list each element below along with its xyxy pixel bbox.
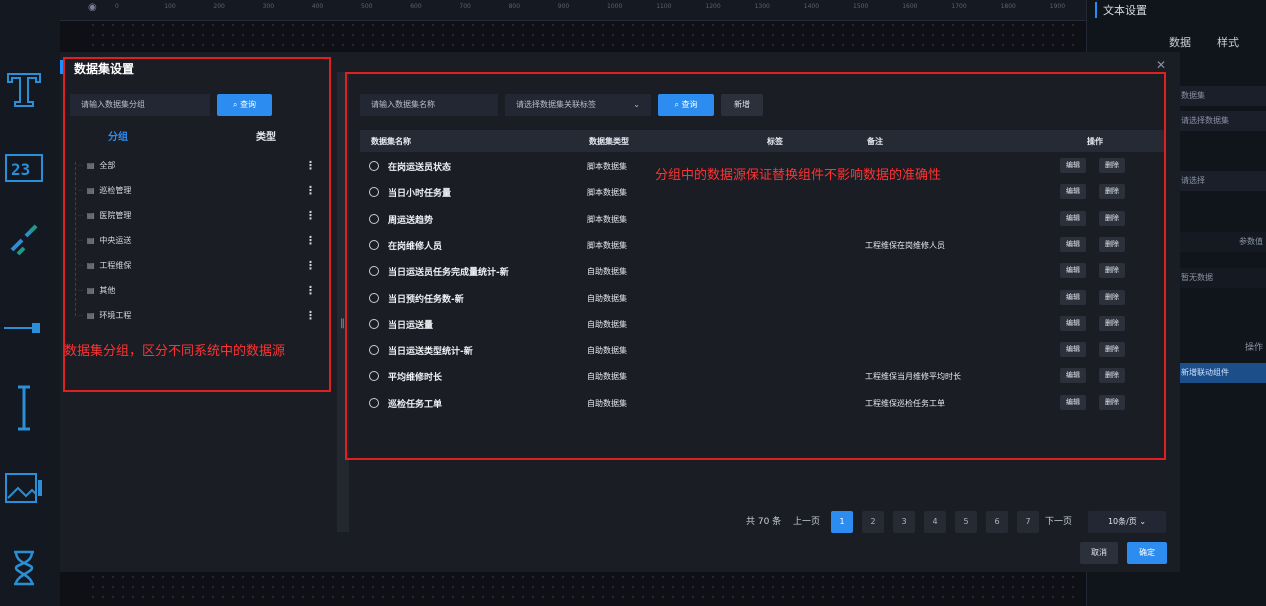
- ruler-tick: 300: [262, 3, 275, 10]
- ruler-tick: 1500: [853, 3, 869, 10]
- close-icon[interactable]: ✕: [1156, 58, 1166, 72]
- page-size-select[interactable]: 10条/页 ⌄: [1088, 511, 1166, 533]
- ruler-tick: 0: [115, 3, 119, 10]
- group-annotation: 数据集分组，区分不同系统中的数据源: [64, 344, 286, 359]
- ruler-tick: 1100: [656, 3, 672, 10]
- ruler-tick: 1600: [902, 3, 918, 10]
- param-select[interactable]: 请选择: [1177, 171, 1266, 191]
- chevron-down-icon: ⌄: [1139, 517, 1147, 526]
- ruler-tick: 800: [508, 3, 521, 10]
- hourglass-component-icon[interactable]: [0, 540, 48, 596]
- ruler-tick: 100: [164, 3, 176, 10]
- page-button[interactable]: 4: [924, 511, 946, 533]
- canvas-grid-bottom: [88, 572, 1078, 606]
- page-size-value: 10条/页: [1107, 517, 1137, 526]
- page-button[interactable]: 6: [986, 511, 1008, 533]
- ruler-tick: 900: [557, 3, 570, 10]
- page-button[interactable]: 5: [955, 511, 977, 533]
- dataset-label: 数据集: [1177, 86, 1266, 106]
- page-button[interactable]: 2: [862, 511, 884, 533]
- ruler-tick: 200: [213, 3, 225, 10]
- component-strip: 23: [0, 0, 60, 606]
- next-page-button[interactable]: 下一页: [1045, 511, 1072, 533]
- add-linkage-button[interactable]: 新增联动组件: [1177, 363, 1266, 383]
- page-button[interactable]: 3: [893, 511, 915, 533]
- ruler-tick: 1000: [607, 3, 623, 10]
- slider-component-icon[interactable]: [0, 300, 48, 356]
- total-count: 共 70 条: [746, 517, 782, 527]
- horizontal-ruler: ◉ 0 100 200 300 400 500 600 700 800 900 1000 1100 12…: [60, 0, 1086, 21]
- eye-icon[interactable]: ◉: [88, 2, 97, 13]
- dataset-highlight-box: [345, 72, 1166, 460]
- ruler-tick: 1800: [1000, 3, 1016, 10]
- ruler-tick: 400: [311, 3, 324, 10]
- ruler-tick: 500: [361, 3, 373, 10]
- operation-header: 操作: [1244, 343, 1263, 353]
- ruler-tick: 1300: [754, 3, 770, 10]
- image-component-icon[interactable]: [0, 460, 48, 516]
- dataset-select[interactable]: 请选择数据集: [1177, 111, 1266, 131]
- ruler-tick: 700: [459, 3, 471, 10]
- confirm-button[interactable]: 确定: [1127, 542, 1167, 564]
- prev-page-button[interactable]: 上一页: [793, 511, 820, 533]
- page-button[interactable]: 7: [1017, 511, 1039, 533]
- svg-text:23: 23: [11, 160, 30, 179]
- ruler-tick: 1700: [951, 3, 967, 10]
- tab-data[interactable]: 数据: [1169, 34, 1191, 50]
- link-component-icon[interactable]: [0, 210, 48, 266]
- tab-style[interactable]: 样式: [1217, 34, 1239, 50]
- ruler-tick: 1400: [803, 3, 820, 10]
- dataset-annotation: 分组中的数据源保证替换组件不影响数据的准确性: [655, 168, 942, 183]
- input-component-icon[interactable]: [0, 380, 48, 436]
- text-component-icon[interactable]: [0, 60, 48, 116]
- page-button[interactable]: 1: [831, 511, 853, 533]
- ruler-tick: 1900: [1049, 3, 1066, 10]
- cancel-button[interactable]: 取消: [1080, 542, 1118, 564]
- empty-data-text: 暂无数据: [1177, 268, 1266, 288]
- param-value-header: 参数值: [1177, 232, 1266, 252]
- settings-panel-title: 文本设置: [1095, 2, 1147, 18]
- ruler-tick: 1200: [705, 3, 721, 10]
- number-component-icon[interactable]: 23: [0, 140, 48, 196]
- ruler-tick: 600: [410, 3, 422, 10]
